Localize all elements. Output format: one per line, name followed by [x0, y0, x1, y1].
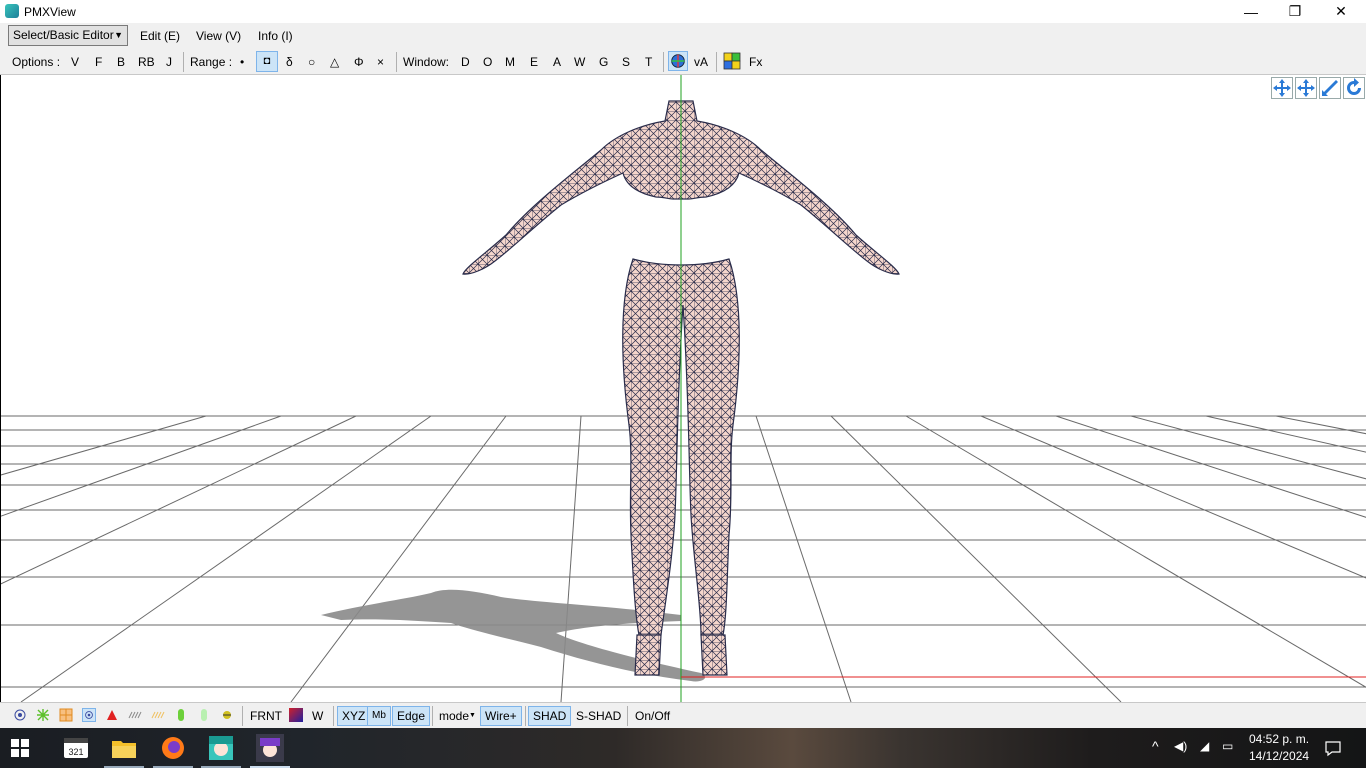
toolbar-divider — [242, 706, 243, 726]
start-icon[interactable] — [8, 736, 32, 760]
menu-view[interactable]: View (V) — [196, 29, 241, 43]
chevron-down-icon: ▼ — [114, 30, 123, 40]
miku-app-icon[interactable] — [205, 732, 237, 764]
clock-time[interactable]: 04:52 p. m. — [1249, 732, 1309, 746]
rotate-icon[interactable] — [1343, 77, 1365, 99]
w-button[interactable]: W — [308, 706, 327, 726]
menu-bar: Select/Basic Editor ▼ Edit (E) View (V) … — [0, 23, 1366, 49]
range-delta-button[interactable]: δ — [286, 55, 293, 69]
option-f-button[interactable]: F — [95, 55, 102, 69]
volume-icon[interactable]: ◀) — [1174, 739, 1187, 753]
range-box-button[interactable]: ◘ — [256, 51, 278, 72]
window-a-button[interactable]: A — [553, 55, 561, 69]
window-e-button[interactable]: E — [530, 55, 538, 69]
option-rb-button[interactable]: RB — [138, 55, 155, 69]
media-player-icon[interactable]: 321 — [60, 732, 92, 764]
battery-icon[interactable]: ▭ — [1222, 739, 1233, 753]
window-d-button[interactable]: D — [461, 55, 470, 69]
window-t-button[interactable]: T — [645, 55, 652, 69]
file-explorer-icon[interactable] — [108, 732, 140, 764]
option-j-button[interactable]: J — [166, 55, 172, 69]
main-toolbar: Options : V F B RB J Range : • ◘ δ ○ △ Φ… — [0, 49, 1366, 75]
app-icon — [5, 4, 19, 18]
shadow-toggle[interactable]: SHAD — [528, 706, 572, 726]
toolbar-divider — [396, 52, 397, 72]
soft-body-display-icon[interactable] — [220, 708, 234, 722]
viewport-canvas — [1, 75, 1366, 702]
range-triangle-button[interactable]: △ — [330, 55, 339, 69]
menu-edit[interactable]: Edit (E) — [140, 29, 180, 43]
range-point-button[interactable]: • — [240, 55, 244, 69]
window-g-button[interactable]: G — [599, 55, 608, 69]
option-b-button[interactable]: B — [117, 55, 125, 69]
chevron-down-icon: ▼ — [469, 712, 476, 719]
front-view-button[interactable]: FRNT — [246, 706, 286, 726]
rigid-body-display-icon[interactable] — [197, 708, 211, 722]
on-off-button[interactable]: On/Off — [631, 706, 674, 726]
range-clear-button[interactable]: × — [377, 55, 384, 69]
ik-display-icon[interactable] — [105, 708, 119, 722]
mode-dropdown[interactable]: mode — [435, 706, 473, 726]
range-phi-button[interactable]: Φ — [354, 55, 364, 69]
self-shadow-toggle[interactable]: S-SHAD — [572, 706, 625, 726]
selection-display-icon[interactable] — [82, 708, 96, 722]
background-color-icon[interactable] — [289, 708, 303, 722]
wifi-icon[interactable]: ◢ — [1200, 739, 1209, 753]
morph-display-icon[interactable] — [128, 708, 142, 722]
options-label: Options : — [12, 55, 61, 69]
wire-plus-toggle[interactable]: Wire+ — [480, 706, 522, 726]
physics-display-icon[interactable] — [151, 708, 165, 722]
va-button[interactable]: vA — [694, 55, 708, 69]
toolbar-divider — [525, 706, 526, 726]
window-o-button[interactable]: O — [483, 55, 492, 69]
toolbar-divider — [663, 52, 664, 72]
fx-button[interactable]: Fx — [749, 55, 762, 69]
joint-display-icon[interactable] — [174, 708, 188, 722]
option-v-button[interactable]: V — [71, 55, 79, 69]
toolbar-divider — [333, 706, 334, 726]
editor-mode-select[interactable]: Select/Basic Editor ▼ — [8, 25, 128, 46]
firefox-icon[interactable] — [157, 732, 189, 764]
camera-move-icon[interactable] — [1271, 77, 1293, 99]
vertex-display-icon[interactable] — [13, 708, 27, 722]
3d-viewport[interactable] — [0, 75, 1366, 702]
window-label: Window: — [403, 55, 450, 69]
title-bar: PMXView — ❐ ✕ — [0, 0, 1366, 23]
chevron-up-icon[interactable]: ^ — [1152, 738, 1159, 754]
svg-text:321: 321 — [68, 747, 83, 757]
toolbar-divider — [432, 706, 433, 726]
bone-display-icon[interactable] — [36, 708, 50, 722]
editor-mode-value: Select/Basic Editor — [13, 28, 114, 42]
window-title: PMXView — [24, 5, 76, 19]
zoom-icon[interactable] — [1319, 77, 1341, 99]
weight-display-icon[interactable] — [59, 708, 73, 722]
toolbar-divider — [627, 706, 628, 726]
axis-move-icon[interactable] — [1295, 77, 1317, 99]
notification-icon[interactable] — [1324, 739, 1342, 757]
range-label: Range : — [190, 55, 233, 69]
clock-date[interactable]: 14/12/2024 — [1249, 749, 1309, 763]
menu-info[interactable]: Info (I) — [258, 29, 293, 43]
xyz-toggle[interactable]: XYZ — [337, 706, 371, 726]
windows-taskbar: 321 ^ ◀) ◢ ▭ 04:52 p. m. 14/12/2024 — [0, 728, 1366, 768]
view-gizmo-icon[interactable] — [668, 51, 688, 71]
maximize-button[interactable]: ❐ — [1272, 0, 1318, 23]
grid-color-icon[interactable] — [722, 51, 742, 71]
floor-grid — [1, 415, 1366, 702]
toolbar-divider — [183, 52, 184, 72]
edge-toggle[interactable]: Edge — [392, 706, 431, 726]
toolbar-divider — [716, 52, 717, 72]
range-circle-button[interactable]: ○ — [308, 55, 315, 69]
bottom-toolbar: FRNT W XYZ Mb Edge mode ▼ Wire+ SHAD S-S… — [0, 702, 1366, 728]
minimize-button[interactable]: — — [1228, 0, 1274, 23]
close-button[interactable]: ✕ — [1318, 0, 1364, 23]
window-s-button[interactable]: S — [622, 55, 630, 69]
mb-toggle[interactable]: Mb — [367, 706, 391, 726]
window-m-button[interactable]: M — [505, 55, 515, 69]
pmx-app-icon[interactable] — [254, 732, 286, 764]
window-w-button[interactable]: W — [574, 55, 585, 69]
